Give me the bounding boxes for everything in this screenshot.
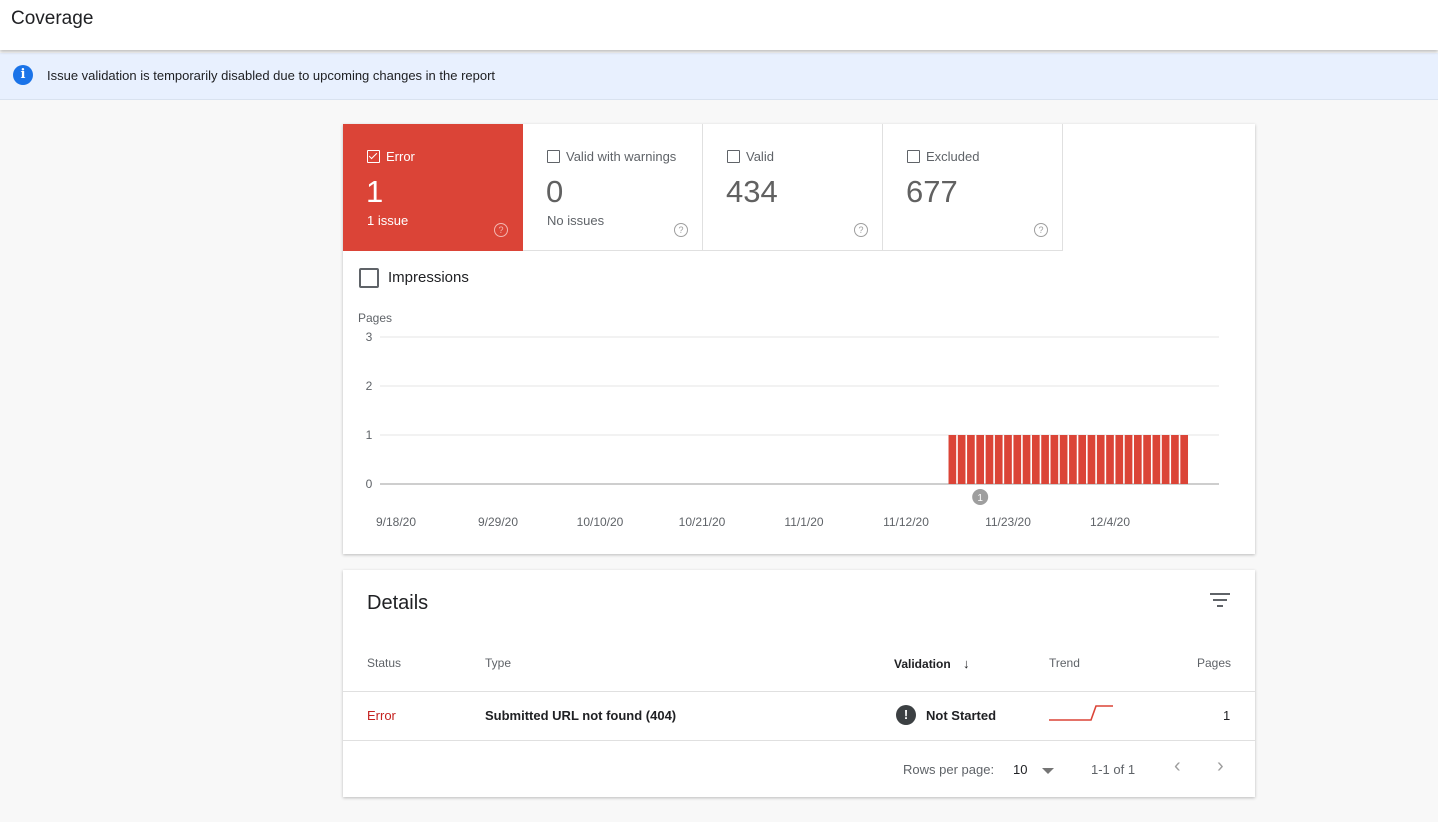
column-header-status[interactable]: Status: [367, 656, 401, 670]
bar: [1004, 435, 1012, 484]
bar: [1087, 435, 1096, 484]
impressions-checkbox[interactable]: [359, 268, 379, 288]
help-icon[interactable]: ?: [674, 223, 688, 237]
bar: [1059, 435, 1068, 484]
y-tick-label: 3: [366, 330, 373, 344]
bar: [1171, 435, 1179, 484]
bar: [1022, 435, 1031, 484]
prev-page-icon[interactable]: ‹: [1174, 755, 1181, 778]
row-pages: 1: [1223, 708, 1231, 723]
filter-icon[interactable]: [1210, 592, 1230, 608]
tile-value: 1: [366, 174, 384, 209]
tile-valid-checkbox[interactable]: [727, 150, 740, 163]
bar: [994, 435, 1003, 484]
bar: [1124, 435, 1133, 484]
bar: [976, 435, 985, 484]
tile-valid[interactable]: Valid 434 ?: [703, 124, 883, 251]
row-status: Error: [367, 708, 396, 723]
row-type: Submitted URL not found (404): [485, 708, 677, 723]
help-icon[interactable]: ?: [494, 223, 508, 237]
bar: [1031, 435, 1040, 484]
bar: [1161, 435, 1170, 484]
tile-subtext: No issues: [547, 213, 605, 228]
rows-per-page-label: Rows per page:: [903, 762, 995, 777]
x-tick-label: 10/21/20: [679, 515, 726, 529]
bar: [1180, 435, 1189, 484]
tile-excluded-checkbox[interactable]: [907, 150, 920, 163]
tile-value: 677: [906, 174, 958, 209]
details-card: Details Status Type Validation ↓ Trend P…: [343, 570, 1255, 797]
y-tick-label: 2: [366, 379, 373, 393]
bar: [1133, 435, 1142, 484]
bar: [1013, 435, 1022, 484]
help-icon[interactable]: ?: [854, 223, 868, 237]
column-header-validation[interactable]: Validation ↓: [894, 656, 970, 671]
x-tick-label: 10/10/20: [577, 515, 624, 529]
bar: [1041, 435, 1049, 484]
bar: [1069, 435, 1077, 484]
x-tick-label: 11/1/20: [784, 515, 823, 529]
tile-subtext: 1 issue: [367, 213, 409, 228]
bar: [1143, 435, 1151, 484]
sort-arrow-icon[interactable]: ↓: [963, 656, 970, 671]
bar: [1106, 435, 1114, 484]
tile-label: Error: [386, 149, 415, 164]
tile-warnings-checkbox[interactable]: [547, 150, 560, 163]
header-divider: [343, 691, 1255, 692]
tile-excluded[interactable]: Excluded 677 ?: [883, 124, 1063, 251]
tile-value: 0: [546, 174, 564, 209]
banner-message: Issue validation is temporarily disabled…: [47, 68, 496, 83]
bar: [1078, 435, 1087, 484]
row-validation: Not Started: [926, 708, 997, 723]
tile-value: 434: [726, 174, 778, 209]
chart-y-axis-label: Pages: [358, 311, 393, 325]
column-header-pages[interactable]: Pages: [1197, 656, 1231, 670]
bar: [1152, 435, 1161, 484]
info-icon: i: [13, 65, 33, 85]
tile-label: Valid with warnings: [566, 149, 677, 164]
top-bar: Coverage: [0, 0, 1438, 50]
trend-sparkline: [1049, 705, 1113, 721]
page-title: Coverage: [11, 8, 94, 29]
y-tick-label: 1: [366, 428, 373, 442]
help-icon[interactable]: ?: [1034, 223, 1048, 237]
row-divider: [343, 740, 1255, 741]
x-tick-label: 9/18/20: [376, 515, 416, 529]
tile-error[interactable]: Error 1 1 issue ?: [343, 124, 523, 251]
bar: [957, 435, 966, 484]
x-tick-label: 11/12/20: [883, 515, 929, 529]
rows-per-page-select[interactable]: 10: [1013, 762, 1027, 777]
tile-label: Excluded: [926, 149, 980, 164]
column-header-trend[interactable]: Trend: [1049, 656, 1080, 670]
x-tick-label: 11/23/20: [985, 515, 1031, 529]
coverage-chart: 0 1 2 3 9/18/20 9/29/20 10/10/20 10/21/20 11/1/2…: [366, 330, 1219, 529]
pagination-range: 1-1 of 1: [1091, 762, 1136, 777]
x-tick-label: 9/29/20: [478, 515, 518, 529]
summary-card: Error 1 1 issue ? Valid with warnings 0 …: [343, 124, 1255, 554]
bar: [948, 435, 957, 484]
bar: [1115, 435, 1124, 484]
validation-header-label: Validation: [894, 657, 951, 671]
impressions-label[interactable]: Impressions: [388, 269, 469, 286]
tile-valid-with-warnings[interactable]: Valid with warnings 0 No issues ?: [523, 124, 703, 251]
not-started-icon: !: [896, 705, 916, 725]
bar: [1096, 435, 1105, 484]
bar: [985, 435, 994, 484]
details-title: Details: [367, 592, 429, 614]
dropdown-arrow-icon[interactable]: [1042, 768, 1054, 774]
bar: [1050, 435, 1059, 484]
column-header-type[interactable]: Type: [485, 656, 511, 670]
tile-error-checkbox[interactable]: [367, 150, 380, 163]
x-tick-label: 12/4/20: [1090, 515, 1130, 529]
annotation-label: 1: [977, 493, 983, 504]
bar: [967, 435, 975, 484]
next-page-icon[interactable]: ›: [1217, 755, 1224, 778]
tile-label: Valid: [746, 149, 774, 164]
y-tick-label: 0: [366, 477, 373, 491]
info-banner: i Issue validation is temporarily disabl…: [0, 53, 1438, 100]
